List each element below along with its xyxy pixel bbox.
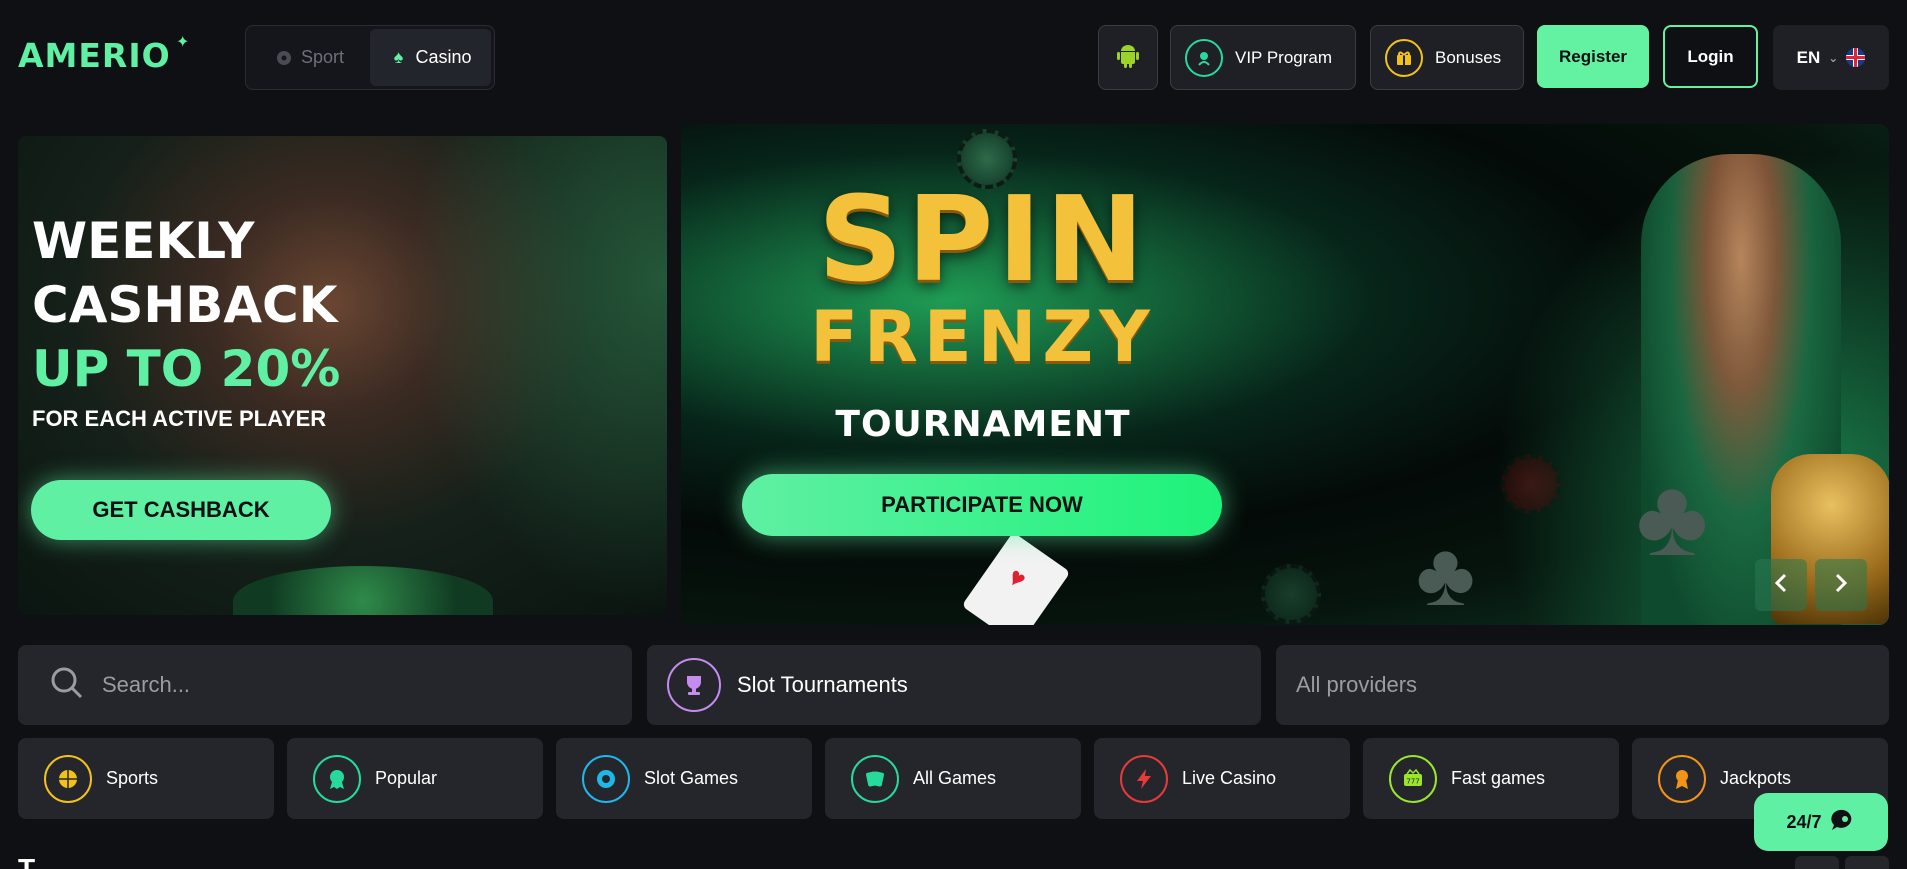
lightning-icon (1120, 754, 1168, 803)
category-label: All Games (913, 768, 997, 788)
section-title: T (18, 853, 36, 869)
category-live-casino[interactable]: Live Casino (1094, 738, 1350, 819)
providers-select[interactable]: All providers (1276, 645, 1889, 725)
chevron-down-icon: ⌄ (1828, 50, 1839, 65)
cashback-banner[interactable]: WEEKLY CASHBACK UP TO 20% FOR EACH ACTIV… (18, 136, 667, 615)
search-input[interactable] (102, 672, 582, 698)
tab-casino-label: Casino (415, 47, 472, 67)
cashback-title-line2: CASHBACK (32, 276, 338, 334)
medal-icon (313, 754, 361, 803)
tab-sport-label: Sport (300, 47, 345, 67)
cashback-title-line3: UP TO 20% (32, 340, 341, 398)
language-selector[interactable]: EN ⌄ (1773, 25, 1889, 90)
chat-bubble-icon (1830, 808, 1856, 837)
participate-now-button[interactable]: PARTICIPATE NOW (742, 474, 1222, 536)
poker-chip-icon (1261, 564, 1321, 624)
category-label: Popular (375, 768, 438, 788)
category-all-games[interactable]: All Games (825, 738, 1081, 819)
logo[interactable]: AMERIO (18, 36, 171, 75)
mode-switch: Sport ♠ Casino (245, 25, 495, 90)
prev-slide-button[interactable] (1755, 559, 1807, 611)
bonuses-label: Bonuses (1435, 47, 1502, 67)
category-label: Sports (106, 768, 159, 788)
search-icon (50, 666, 84, 705)
slot-tournaments-label: Slot Tournaments (737, 672, 908, 697)
tournament-banner[interactable]: ♣ ♣ ♥ SPIN FRENZY TOURNAMENT PARTICIPATE… (681, 124, 1889, 625)
vip-program-label: VIP Program (1235, 47, 1333, 67)
trophy-icon (667, 658, 721, 712)
category-label: Jackpots (1720, 768, 1792, 788)
playing-card-icon: ♥ (961, 532, 1071, 625)
vip-icon (1185, 38, 1223, 77)
providers-placeholder: All providers (1296, 672, 1418, 697)
support-chat-button[interactable]: 24/7 (1754, 793, 1888, 851)
category-sports[interactable]: Sports (18, 738, 274, 819)
category-label: Slot Games (644, 768, 739, 788)
slot-machine-icon: 777 (1389, 754, 1437, 803)
category-popular[interactable]: Popular (287, 738, 543, 819)
tournament-title-label: TOURNAMENT (835, 404, 1131, 445)
header: AMERIO ✦ Sport ♠ Casino VIP Program Bonu… (0, 0, 1907, 118)
banner-glow (407, 136, 667, 615)
android-icon (1116, 42, 1140, 73)
tournament-title-spin: SPIN (817, 170, 1149, 308)
soccer-ball-icon (275, 49, 293, 67)
vip-program-button[interactable]: VIP Program (1170, 25, 1356, 90)
maple-leaf-icon: ✦ (176, 34, 190, 51)
spade-icon: ♠ (393, 47, 404, 67)
category-label: Live Casino (1182, 768, 1277, 788)
chevron-left-icon (1774, 573, 1788, 598)
support-label: 24/7 (1786, 811, 1822, 832)
tab-sport[interactable]: Sport (249, 29, 370, 86)
cards-icon (851, 754, 899, 803)
category-slot-games[interactable]: Slot Games (556, 738, 812, 819)
award-icon (1658, 754, 1706, 803)
poker-chip-icon (1501, 454, 1561, 514)
cashback-subtitle: FOR EACH ACTIVE PLAYER (32, 406, 327, 431)
register-button[interactable]: Register (1537, 25, 1649, 88)
slot-icon (582, 754, 630, 803)
section-next-button[interactable] (1845, 856, 1889, 869)
android-app-button[interactable] (1098, 25, 1158, 90)
uk-flag-icon (1846, 48, 1866, 67)
language-code: EN (1796, 47, 1821, 67)
get-cashback-button[interactable]: GET CASHBACK (31, 480, 331, 540)
slot-tournaments-select[interactable]: Slot Tournaments (647, 645, 1261, 725)
club-icon: ♣ (1636, 456, 1709, 579)
tournament-title-frenzy: FRENZY (810, 296, 1156, 378)
cashback-title-line1: WEEKLY (32, 212, 255, 270)
chevron-right-icon (1834, 573, 1848, 598)
gift-icon (1385, 38, 1423, 77)
next-slide-button[interactable] (1815, 559, 1867, 611)
tab-casino[interactable]: ♠ Casino (370, 29, 491, 86)
search-box[interactable] (18, 645, 632, 725)
svg-text:777: 777 (1406, 777, 1419, 785)
category-fast-games[interactable]: 777 Fast games (1363, 738, 1619, 819)
page: AMERIO ✦ Sport ♠ Casino VIP Program Bonu… (0, 0, 1907, 869)
basketball-icon (44, 754, 92, 803)
category-label: Fast games (1451, 768, 1546, 788)
club-icon: ♣ (1416, 525, 1476, 625)
bonuses-button[interactable]: Bonuses (1370, 25, 1524, 90)
section-prev-button[interactable] (1795, 856, 1839, 869)
login-button[interactable]: Login (1663, 25, 1758, 88)
